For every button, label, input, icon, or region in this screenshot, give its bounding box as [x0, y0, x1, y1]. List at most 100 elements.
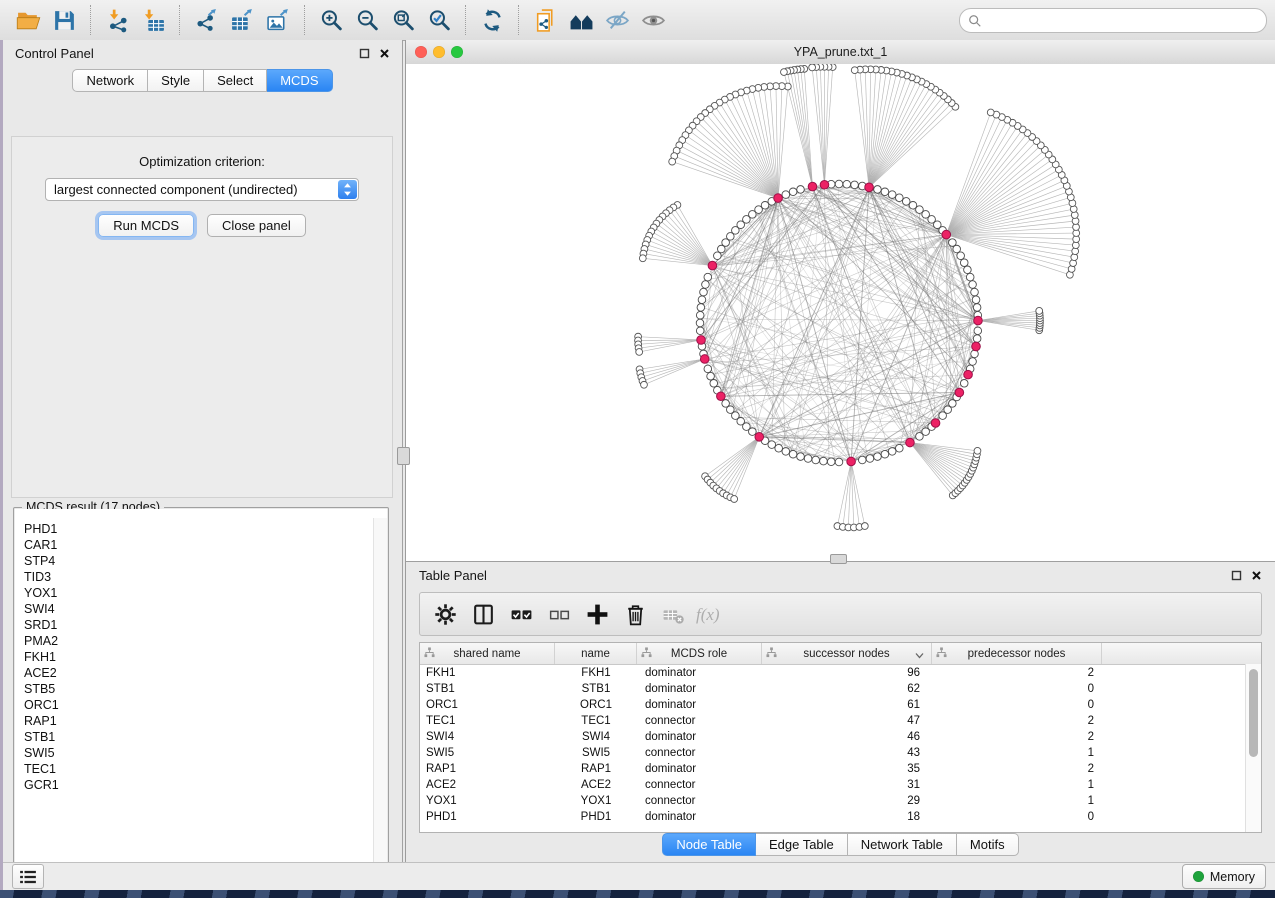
network-node[interactable] [710, 380, 718, 388]
horizontal-splitter-handle[interactable] [830, 554, 847, 564]
mcds-result-item[interactable]: TID3 [15, 569, 387, 585]
split-panel-button[interactable] [468, 598, 498, 630]
network-node[interactable] [782, 191, 790, 199]
tab-node-table[interactable]: Node Table [662, 833, 756, 856]
mcds-hub-node[interactable] [931, 419, 940, 428]
network-node[interactable] [949, 239, 957, 247]
import-network-button[interactable] [99, 5, 135, 35]
mcds-result-item[interactable]: PMA2 [15, 633, 387, 649]
network-node[interactable] [973, 304, 981, 312]
mcds-result-item[interactable]: YOX1 [15, 585, 387, 601]
export-image-button[interactable] [260, 5, 296, 35]
network-node[interactable] [966, 273, 974, 281]
network-node[interactable] [843, 180, 851, 188]
export-network-button[interactable] [188, 5, 224, 35]
network-leaf-node[interactable] [1036, 307, 1043, 314]
mcds-result-item[interactable]: STP4 [15, 553, 387, 569]
mcds-result-item[interactable]: FKH1 [15, 649, 387, 665]
vertical-splitter-handle[interactable] [397, 447, 410, 465]
zoom-in-button[interactable] [313, 5, 349, 35]
float-panel-icon[interactable] [359, 48, 370, 59]
mcds-hub-node[interactable] [955, 388, 964, 397]
network-node[interactable] [972, 296, 980, 304]
network-node[interactable] [698, 296, 706, 304]
mcds-result-item[interactable]: GCR1 [15, 777, 387, 793]
mcds-hub-node[interactable] [974, 316, 983, 325]
hide-selected-button[interactable] [599, 5, 635, 35]
table-row[interactable]: SWI5SWI5connector431 [420, 745, 1261, 761]
table-row[interactable]: ACE2ACE2connector311 [420, 777, 1261, 793]
network-node[interactable] [697, 304, 705, 312]
run-mcds-button[interactable]: Run MCDS [98, 214, 194, 237]
network-node[interactable] [704, 365, 712, 373]
export-table-button[interactable] [224, 5, 260, 35]
network-node[interactable] [704, 273, 712, 281]
zoom-fit-button[interactable] [385, 5, 421, 35]
network-leaf-node[interactable] [636, 349, 643, 356]
zoom-selected-button[interactable] [421, 5, 457, 35]
memory-button[interactable]: Memory [1182, 864, 1266, 889]
network-node[interactable] [700, 288, 708, 296]
network-node[interactable] [973, 335, 981, 343]
network-node[interactable] [964, 266, 972, 274]
mcds-hub-node[interactable] [942, 230, 951, 239]
mcds-result-item[interactable]: ORC1 [15, 697, 387, 713]
table-row[interactable]: STB1STB1dominator620 [420, 681, 1261, 697]
column-header-predecessor-nodes[interactable]: predecessor nodes [932, 643, 1102, 664]
deselect-all-button[interactable] [544, 598, 574, 630]
table-mode-gear-button[interactable] [430, 598, 460, 630]
network-node[interactable] [789, 450, 797, 458]
network-node[interactable] [902, 198, 910, 206]
network-leaf-node[interactable] [974, 447, 981, 454]
add-column-button[interactable] [582, 598, 612, 630]
first-neighbors-button[interactable] [563, 5, 599, 35]
mcds-result-item[interactable]: SRD1 [15, 617, 387, 633]
zoom-out-button[interactable] [349, 5, 385, 35]
network-node[interactable] [971, 350, 979, 358]
network-node[interactable] [858, 456, 866, 464]
mcds-result-item[interactable]: SWI5 [15, 745, 387, 761]
close-panel-button[interactable]: Close panel [207, 214, 306, 237]
mcds-result-item[interactable]: STB5 [15, 681, 387, 697]
network-node[interactable] [957, 252, 965, 260]
network-node[interactable] [696, 327, 704, 335]
table-row[interactable]: PHD1PHD1dominator180 [420, 809, 1261, 825]
network-node[interactable] [768, 441, 776, 449]
column-header-MCDS-role[interactable]: MCDS role [637, 643, 762, 664]
close-panel-icon[interactable] [379, 48, 390, 59]
column-header-shared-name[interactable]: shared name [420, 643, 555, 664]
minimize-window-button[interactable] [433, 46, 445, 58]
network-node[interactable] [804, 455, 812, 463]
tab-network[interactable]: Network [72, 69, 148, 92]
mcds-hub-node[interactable] [964, 370, 973, 379]
mcds-result-item[interactable]: PHD1 [15, 521, 387, 537]
network-node[interactable] [820, 457, 828, 465]
network-node[interactable] [881, 450, 889, 458]
network-node[interactable] [782, 448, 790, 456]
mcds-hub-node[interactable] [808, 182, 817, 191]
network-node[interactable] [881, 188, 889, 196]
mcds-hub-node[interactable] [700, 355, 709, 364]
table-row[interactable]: YOX1YOX1connector291 [420, 793, 1261, 809]
network-node[interactable] [960, 259, 968, 267]
column-header-name[interactable]: name [555, 643, 637, 664]
open-file-button[interactable] [10, 5, 46, 35]
network-leaf-node[interactable] [987, 109, 994, 116]
apply-layout-button[interactable] [474, 5, 510, 35]
mcds-hub-node[interactable] [774, 194, 783, 203]
show-all-button[interactable] [635, 5, 671, 35]
mcds-hub-node[interactable] [820, 180, 829, 189]
close-window-button[interactable] [415, 46, 427, 58]
mcds-hub-node[interactable] [708, 261, 717, 270]
network-leaf-node[interactable] [669, 158, 676, 165]
mcds-hub-node[interactable] [697, 336, 706, 345]
close-table-panel-icon[interactable] [1251, 570, 1262, 581]
network-node[interactable] [714, 252, 722, 260]
network-node[interactable] [797, 186, 805, 194]
show-panels-button[interactable] [12, 864, 44, 889]
table-row[interactable]: TEC1TEC1connector472 [420, 713, 1261, 729]
network-node[interactable] [851, 181, 859, 189]
network-canvas[interactable] [406, 64, 1275, 561]
network-leaf-node[interactable] [851, 67, 858, 74]
network-node[interactable] [874, 453, 882, 461]
